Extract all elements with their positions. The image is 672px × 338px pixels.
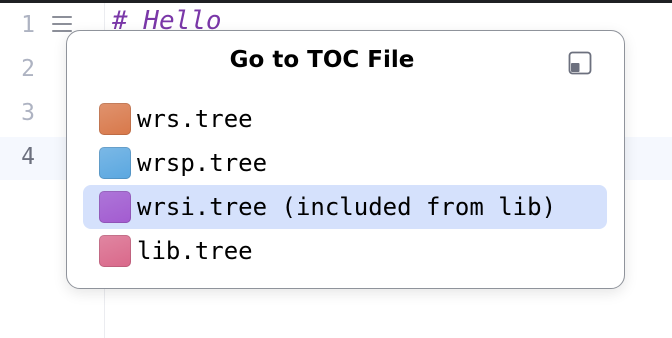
structure-menu-icon[interactable] (52, 16, 72, 34)
tree-file-icon (99, 235, 131, 267)
file-label: wrsi.tree (included from lib) (137, 193, 557, 221)
list-item[interactable]: wrs.tree (83, 97, 607, 141)
open-in-window-icon[interactable] (568, 51, 592, 75)
window-top-border (0, 0, 672, 3)
line-number: 1 (21, 12, 35, 38)
goto-toc-file-popup: Go to TOC File wrs.tree wrsp.tree wrsi.t… (66, 30, 625, 289)
tree-file-icon (99, 191, 131, 223)
line-number: 2 (21, 56, 35, 82)
line-number: 3 (21, 100, 35, 126)
file-label: wrs.tree (137, 105, 253, 133)
popup-title: Go to TOC File (229, 47, 415, 73)
file-label: wrsp.tree (137, 149, 268, 177)
tree-file-icon (99, 147, 131, 179)
tree-file-icon (99, 103, 131, 135)
list-item[interactable]: lib.tree (83, 229, 607, 273)
line-number: 4 (21, 144, 35, 170)
file-label: lib.tree (137, 237, 253, 265)
list-item[interactable]: wrsp.tree (83, 141, 607, 185)
toc-file-list: wrs.tree wrsp.tree wrsi.tree (included f… (83, 97, 607, 273)
list-item[interactable]: wrsi.tree (included from lib) (83, 185, 607, 229)
